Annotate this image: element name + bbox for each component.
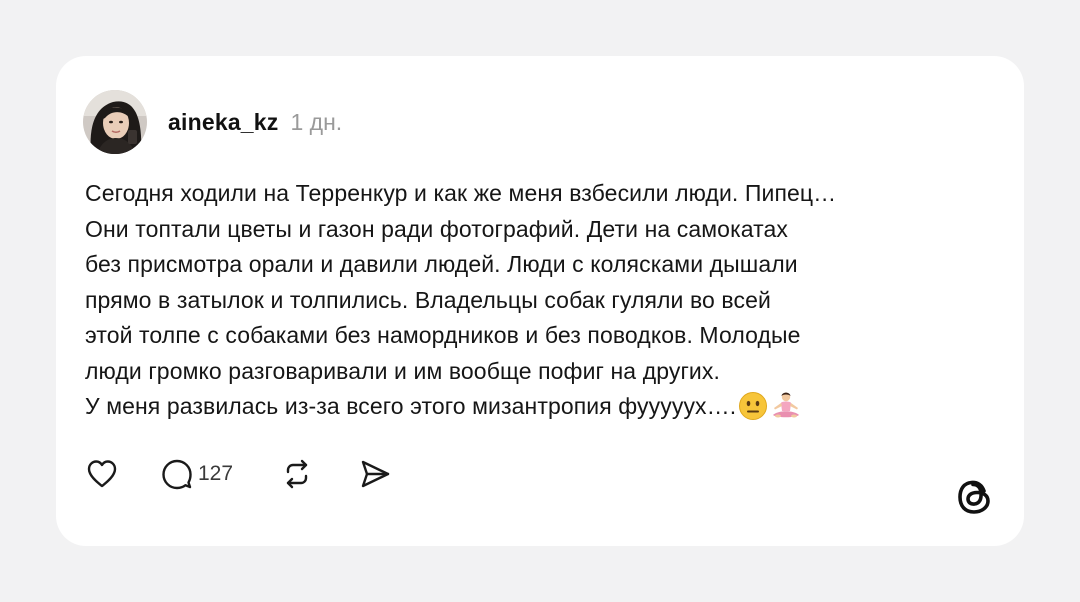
avatar-image (83, 90, 147, 154)
reply-count: 127 (198, 462, 234, 485)
post-text-line: люди громко разговаривали и им вообще по… (85, 357, 720, 384)
neutral-face-emoji (738, 391, 768, 432)
send-icon (361, 460, 390, 488)
threads-logo-icon (956, 476, 994, 518)
username[interactable]: aineka_kz (168, 109, 279, 136)
repost-button[interactable] (281, 458, 313, 490)
like-button[interactable] (86, 459, 118, 489)
post-text-line: Сегодня ходили на Терренкур и как же мен… (85, 180, 837, 206)
person-in-lotus-position-emoji (770, 391, 802, 432)
post-header: aineka_kz 1 дн. (83, 90, 342, 154)
avatar[interactable] (83, 90, 147, 154)
post-time[interactable]: 1 дн. (291, 109, 343, 136)
post-text: Сегодня ходили на Терренкур и как же мен… (85, 176, 985, 432)
post-card: aineka_kz 1 дн. Сегодня ходили на Террен… (56, 56, 1024, 546)
heart-icon (87, 460, 117, 488)
repost-icon (286, 459, 308, 489)
post-text-line: без присмотра орали и давили людей. Люди… (85, 251, 798, 277)
post-actions: 127 (86, 456, 391, 492)
comment-bubble-icon (162, 459, 192, 490)
share-button[interactable] (359, 458, 391, 490)
post-text-line: прямо в затылок и толпились. Владельцы с… (85, 286, 771, 313)
post-text-line: У меня развилась из-за всего этого мизан… (85, 393, 737, 419)
post-text-line: Они топтали цветы и газон ради фотографи… (85, 215, 788, 242)
post-text-last-line: У меня развилась из-за всего этого мизан… (85, 389, 985, 432)
reply-button[interactable]: 127 (161, 458, 233, 490)
post-text-line: этой толпе с собаками без намордников и … (85, 322, 801, 348)
